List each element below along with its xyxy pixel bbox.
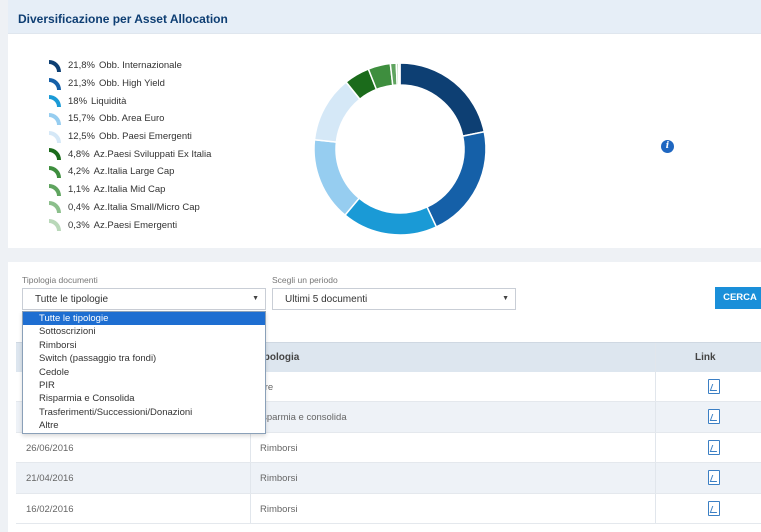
chevron-down-icon: ▼ [502, 295, 509, 302]
allocation-legend: 21,8% Obb. Internazionale 21,3% Obb. High Y… [48, 57, 288, 234]
periodo-select[interactable]: Ultimi 5 documenti ▼ [272, 288, 516, 310]
donut-slice[interactable] [313, 138, 361, 217]
table-row: 16/02/2016 Rimborsi [16, 493, 761, 524]
dropdown-option[interactable]: Risparmia e Consolida [23, 392, 265, 405]
legend-percent: 0,4% [68, 201, 90, 213]
column-divider [250, 493, 251, 523]
asset-allocation-panel: Diversificazione per Asset Allocation 21… [8, 0, 761, 248]
legend-label: Az.Italia Large Cap [93, 166, 175, 178]
cell-tipologia: isparmia e consolida [260, 412, 347, 424]
tipologia-label: Tipologia documenti [22, 275, 98, 285]
legend-percent: 21,8% [68, 60, 95, 72]
column-divider [655, 493, 656, 523]
legend-item: 0,3% Az.Paesi Emergenti [48, 216, 288, 234]
panel-header: Diversificazione per Asset Allocation [8, 0, 761, 34]
column-divider [250, 463, 251, 493]
legend-item: 4,2% Az.Italia Large Cap [48, 163, 288, 181]
legend-item: 15,7% Obb. Area Euro [48, 110, 288, 128]
legend-percent: 12,5% [68, 131, 95, 143]
legend-item: 4,8% Az.Paesi Sviluppati Ex Italia [48, 145, 288, 163]
legend-percent: 0,3% [68, 219, 90, 231]
legend-percent: 4,8% [68, 148, 90, 160]
legend-label: Obb. Paesi Emergenti [98, 131, 192, 143]
legend-swatch-icon [49, 112, 61, 125]
cell-date: 21/04/2016 [26, 473, 74, 485]
chevron-down-icon: ▼ [252, 295, 259, 302]
legend-label: Az.Italia Mid Cap [93, 184, 166, 196]
legend-swatch-icon [49, 130, 61, 143]
donut-slice[interactable] [426, 130, 487, 228]
legend-label: Az.Italia Small/Micro Cap [93, 201, 200, 213]
legend-swatch-icon [49, 165, 61, 178]
search-button[interactable]: CERCA [715, 287, 761, 309]
legend-swatch-icon [49, 183, 61, 196]
legend-percent: 21,3% [68, 78, 95, 90]
legend-percent: 1,1% [68, 184, 90, 196]
column-divider [655, 372, 656, 402]
table-row: 21/04/2016 Rimborsi [16, 463, 761, 494]
column-divider [655, 402, 656, 432]
legend-swatch-icon [49, 201, 61, 214]
tipologia-select-value: Tutte le tipologie [35, 294, 109, 305]
legend-swatch-icon [49, 219, 61, 232]
legend-percent: 4,2% [68, 166, 90, 178]
column-divider [655, 463, 656, 493]
legend-label: Obb. Internazionale [98, 60, 182, 72]
legend-label: Obb. High Yield [98, 78, 165, 90]
legend-item: 12,5% Obb. Paesi Emergenti [48, 128, 288, 146]
dropdown-option[interactable]: PIR [23, 379, 265, 392]
legend-percent: 15,7% [68, 113, 95, 125]
cell-date: 26/06/2016 [26, 442, 74, 454]
legend-swatch-icon [49, 148, 61, 161]
periodo-select-value: Ultimi 5 documenti [285, 294, 368, 305]
legend-item: 21,8% Obb. Internazionale [48, 57, 288, 75]
donut-slice[interactable] [399, 62, 486, 138]
cell-tipologia: Rimborsi [260, 442, 298, 454]
pdf-icon[interactable] [708, 439, 720, 455]
legend-label: Az.Paesi Sviluppati Ex Italia [93, 148, 212, 160]
column-divider [250, 432, 251, 463]
legend-percent: 18% [68, 95, 88, 107]
info-icon[interactable]: i [661, 140, 674, 153]
column-divider [655, 432, 656, 463]
tipologia-dropdown-list: Tutte le tipologie Sottoscrizioni Rimborsi… [22, 311, 266, 434]
legend-label: Az.Paesi Emergenti [93, 219, 178, 231]
pdf-icon[interactable] [708, 500, 720, 516]
dropdown-option[interactable]: Sottoscrizioni [23, 325, 265, 338]
legend-swatch-icon [49, 59, 61, 72]
pdf-icon[interactable] [708, 409, 720, 425]
donut-slice[interactable] [343, 197, 438, 236]
dropdown-option[interactable]: Rimborsi [23, 339, 265, 352]
legend-item: 21,3% Obb. High Yield [48, 75, 288, 93]
column-divider [655, 343, 656, 372]
dropdown-option[interactable]: Tutte le tipologie [23, 312, 265, 326]
column-header-link: Link [695, 352, 716, 363]
legend-swatch-icon [49, 77, 61, 90]
pdf-icon[interactable] [708, 379, 720, 394]
dropdown-option[interactable]: Altre [23, 419, 265, 432]
panel-title: Diversificazione per Asset Allocation [18, 12, 228, 26]
legend-item: 1,1% Az.Italia Mid Cap [48, 181, 288, 199]
cell-tipologia: Rimborsi [260, 473, 298, 485]
dropdown-option[interactable]: Switch (passaggio tra fondi) [23, 352, 265, 365]
legend-item: 18% Liquidità [48, 92, 288, 110]
cell-date: 16/02/2016 [26, 503, 74, 515]
legend-label: Obb. Area Euro [98, 113, 165, 125]
cell-tipologia: Rimborsi [260, 503, 298, 515]
tipologia-select[interactable]: Tutte le tipologie ▼ [22, 288, 266, 310]
donut-slice[interactable] [397, 62, 401, 86]
dropdown-option[interactable]: Cedole [23, 366, 265, 379]
table-row: 26/06/2016 Rimborsi [16, 432, 761, 464]
column-header-tipologia: ipologia [261, 352, 300, 363]
legend-swatch-icon [49, 95, 61, 108]
dropdown-option[interactable]: Trasferimenti/Successioni/Donazioni [23, 406, 265, 419]
pdf-icon[interactable] [708, 470, 720, 486]
legend-label: Liquidità [91, 95, 127, 107]
periodo-label: Scegli un periodo [272, 275, 338, 285]
legend-item: 0,4% Az.Italia Small/Micro Cap [48, 199, 288, 217]
allocation-donut-chart [313, 62, 487, 236]
